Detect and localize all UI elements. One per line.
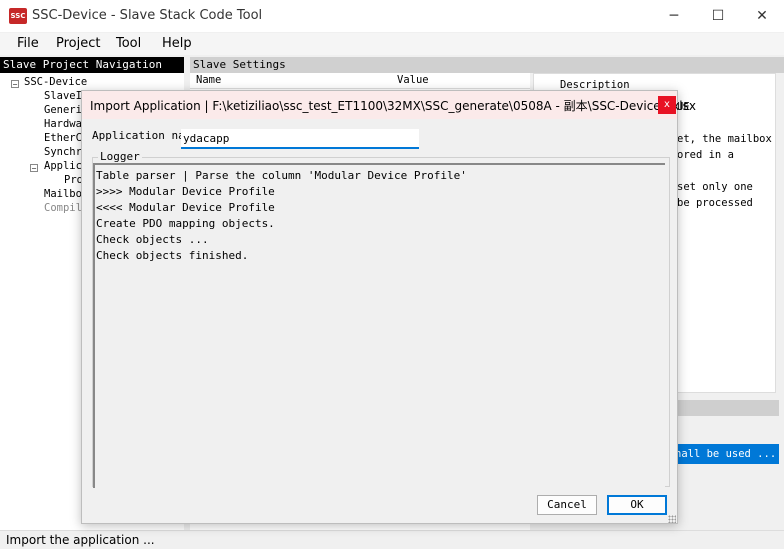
log-line: Table parser | Parse the column 'Modular… <box>96 169 467 182</box>
logger-label: Logger <box>98 150 142 163</box>
menu-project[interactable]: Project <box>56 36 100 51</box>
close-button[interactable]: ✕ <box>740 0 784 32</box>
settings-header: Slave Settings <box>190 57 784 73</box>
logger-output[interactable]: Table parser | Parse the column 'Modular… <box>93 163 665 488</box>
title-bar: SSC SSC-Device - Slave Stack Code Tool ─… <box>0 0 784 32</box>
log-line: Check objects finished. <box>96 249 249 262</box>
tree-node-root[interactable]: SSC-Device <box>24 76 87 88</box>
dialog-title: Import Application | F:\ketiziliao\ssc_t… <box>90 99 696 113</box>
status-bar: Import the application ... <box>0 530 784 547</box>
resize-grip-icon[interactable] <box>668 515 676 523</box>
collapse-icon[interactable]: − <box>30 164 38 173</box>
log-line: Check objects ... <box>96 233 209 246</box>
nav-header: Slave Project Navigation <box>0 57 184 73</box>
column-header-name[interactable]: Name <box>196 74 221 86</box>
description-text: ored in a <box>677 149 734 161</box>
menu-tool[interactable]: Tool <box>116 36 141 51</box>
column-header-value[interactable]: Value <box>397 74 429 86</box>
window-title: SSC-Device - Slave Stack Code Tool <box>32 8 263 23</box>
menu-file[interactable]: File <box>17 36 39 51</box>
tree-node-slaveinfo[interactable]: SlaveI <box>44 90 82 102</box>
description-text: set only one <box>677 181 753 193</box>
minimize-button[interactable]: ─ <box>652 0 696 32</box>
description-text: be processed <box>677 197 753 209</box>
description-text: et, the mailbox <box>677 133 772 145</box>
dialog-close-button[interactable]: x <box>658 96 676 114</box>
selected-description-item[interactable]: hall be used ... <box>675 444 779 464</box>
cancel-button[interactable]: Cancel <box>537 495 597 515</box>
log-line: Create PDO mapping objects. <box>96 217 275 230</box>
log-line: >>>> Modular Device Profile <box>96 185 275 198</box>
app-icon: SSC <box>9 8 27 24</box>
menu-help[interactable]: Help <box>162 36 192 51</box>
dialog-title-bar: Import Application | F:\ketiziliao\ssc_t… <box>82 91 696 119</box>
tree-node-mailbox[interactable]: Mailbo <box>44 188 82 200</box>
tree-node-hardware[interactable]: Hardwa <box>44 118 82 130</box>
ok-button[interactable]: OK <box>607 495 667 515</box>
tree-node-generic[interactable]: Generi <box>44 104 82 116</box>
tree-node-application[interactable]: Applic <box>44 160 82 172</box>
import-application-dialog: Import Application | F:\ketiziliao\ssc_t… <box>81 90 696 524</box>
header-divider <box>190 88 530 89</box>
maximize-button[interactable]: ☐ <box>696 0 740 32</box>
tree-node-ethercat[interactable]: EtherC <box>44 132 82 144</box>
collapse-icon[interactable]: − <box>11 80 19 89</box>
application-name-input[interactable] <box>181 129 419 149</box>
tree-node-synchronisation[interactable]: Synchr <box>44 146 82 158</box>
tree-node-compiler[interactable]: Compil <box>44 202 82 214</box>
log-line: <<<< Modular Device Profile <box>96 201 275 214</box>
